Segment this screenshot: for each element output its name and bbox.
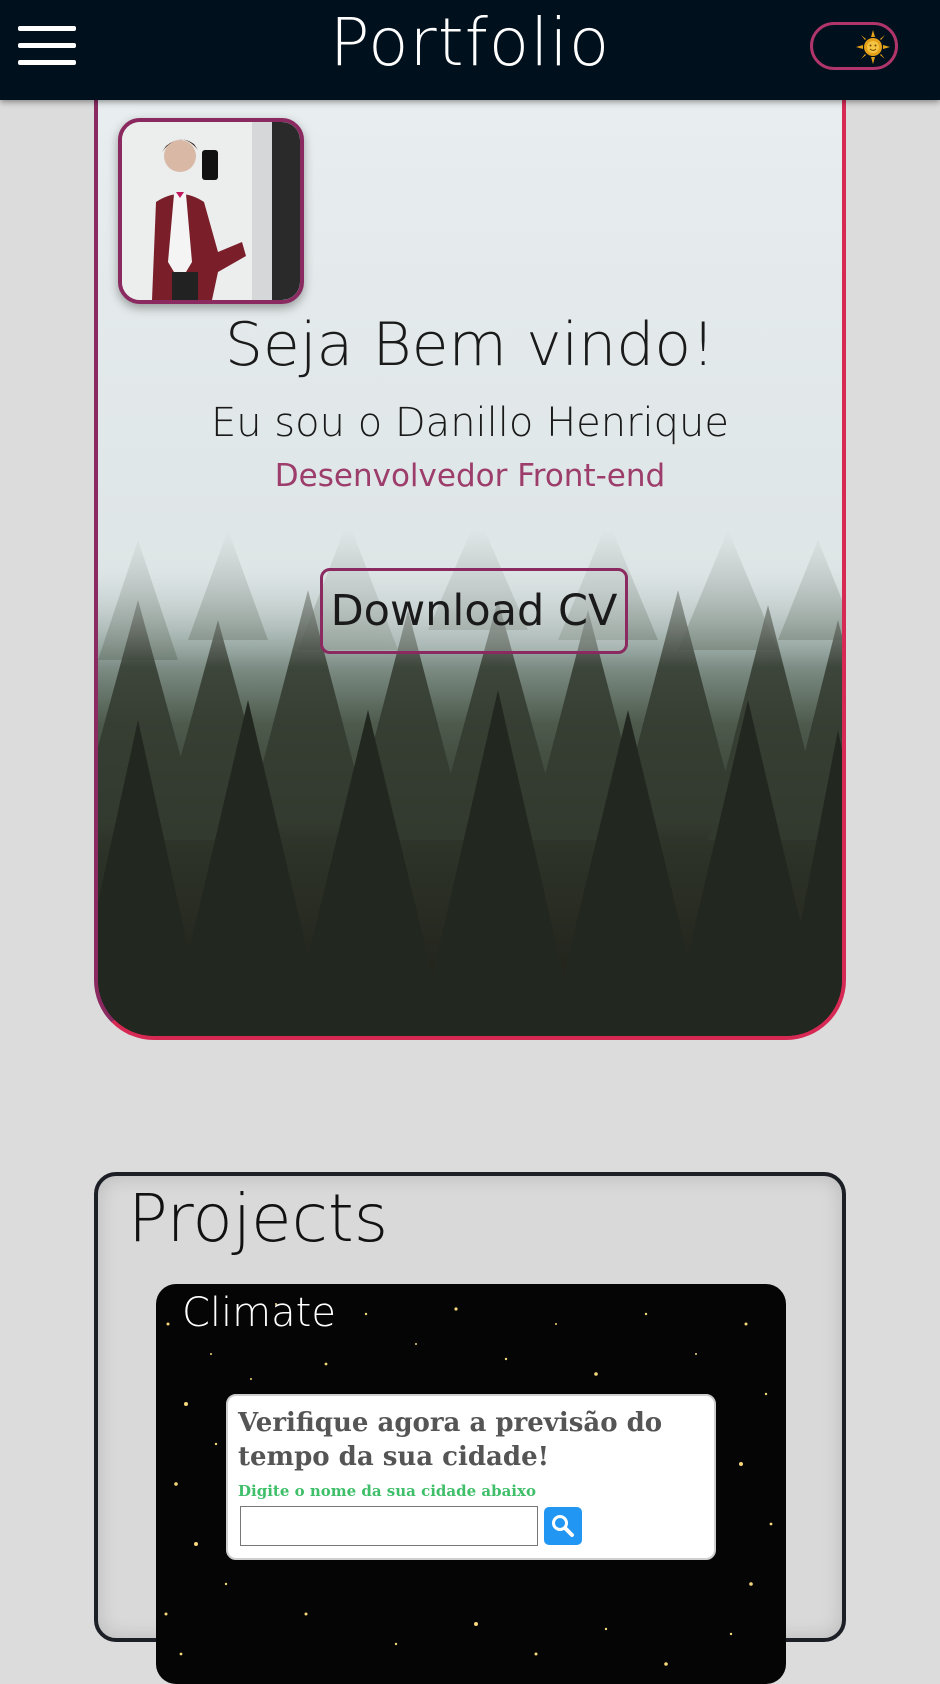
projects-heading: Projects xyxy=(128,1180,389,1257)
weather-search-box: Verifique agora a previsão do tempo da s… xyxy=(226,1394,716,1560)
city-input[interactable] xyxy=(240,1506,538,1546)
profile-photo xyxy=(122,122,300,300)
intro-name: Eu sou o Danillo Henrique xyxy=(210,400,730,446)
job-role: Desenvolvedor Front-end xyxy=(274,458,666,494)
top-navbar: Portfolio xyxy=(0,0,940,100)
welcome-heading: Seja Bem vindo! xyxy=(224,310,716,380)
projects-section: Projects Climate Verifique agora a previ… xyxy=(94,1172,846,1684)
search-icon xyxy=(552,1515,574,1537)
sun-icon xyxy=(856,30,890,64)
theme-toggle[interactable] xyxy=(810,22,898,70)
profile-avatar xyxy=(118,118,304,304)
project-title: Climate xyxy=(182,1290,336,1336)
search-button[interactable] xyxy=(544,1507,582,1545)
brand-title: Portfolio xyxy=(329,4,611,81)
weather-heading: Verifique agora a previsão do tempo da s… xyxy=(238,1408,663,1472)
project-card-climate[interactable]: Climate Verifique agora a previsão do te… xyxy=(156,1284,786,1684)
city-hint: Digite o nome da sua cidade abaixo xyxy=(238,1482,536,1500)
search-row xyxy=(240,1506,582,1546)
hero-card: Seja Bem vindo! Eu sou o Danillo Henriqu… xyxy=(94,60,846,1040)
download-cv-button[interactable]: Download CV xyxy=(320,568,628,654)
